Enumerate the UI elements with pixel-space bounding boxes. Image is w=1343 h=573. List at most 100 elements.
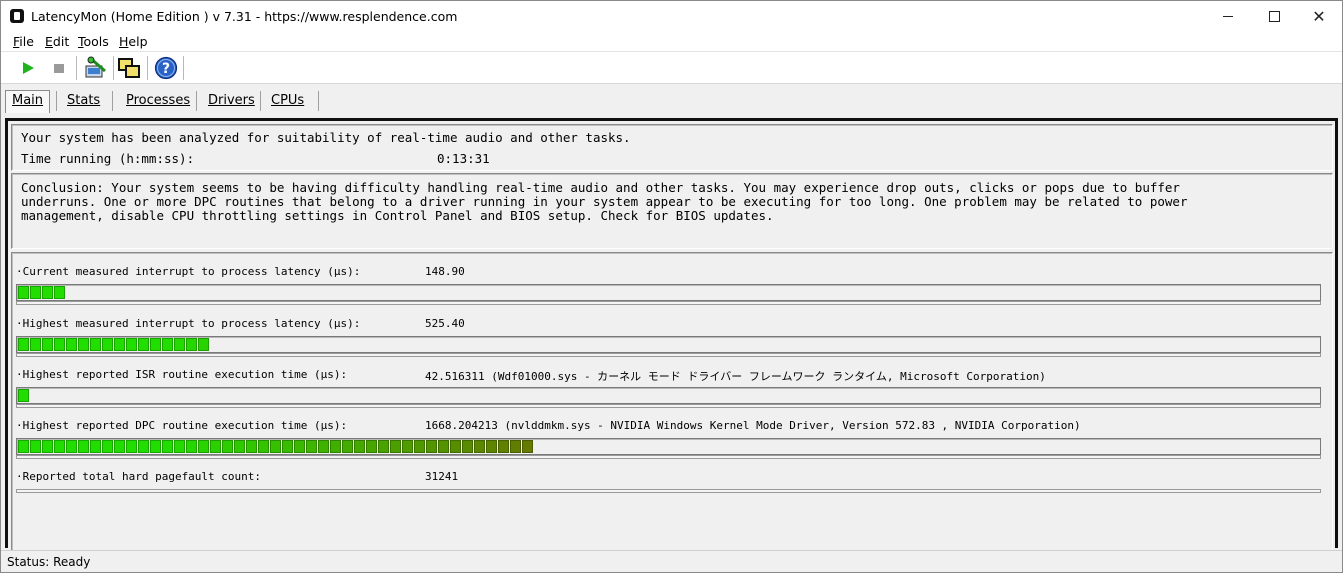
bar-segment <box>150 440 161 453</box>
bar-segment <box>114 338 125 351</box>
menu-tools[interactable]: Tools <box>78 34 109 49</box>
bar-segment <box>498 440 509 453</box>
start-button[interactable] <box>15 55 41 81</box>
time-running-value: 0:13:31 <box>437 151 490 166</box>
bar-segment <box>138 338 149 351</box>
stop-button[interactable] <box>46 55 72 81</box>
metric-value: 525.40 <box>425 317 465 330</box>
bar-segment <box>102 440 113 453</box>
status-bar: Status: Ready <box>1 550 1342 572</box>
bar-segment <box>54 286 65 299</box>
bar-segment <box>366 440 377 453</box>
bar-segment <box>342 440 353 453</box>
bar-segment <box>450 440 461 453</box>
bar-segment <box>42 286 53 299</box>
bar-segment <box>258 440 269 453</box>
conclusion-line-3: management, disable CPU throttling setti… <box>21 208 774 223</box>
tab-main[interactable]: Main <box>5 90 51 113</box>
bar-segment <box>30 338 41 351</box>
bar-segment <box>42 338 53 351</box>
bar-segment <box>210 440 221 453</box>
tab-cpus[interactable]: CPUs <box>265 91 310 111</box>
svg-text:?: ? <box>162 61 170 77</box>
toolbar-separator <box>147 56 148 80</box>
maximize-button[interactable] <box>1251 1 1297 32</box>
status-text: Status: Ready <box>7 555 91 569</box>
help-button[interactable]: ? <box>153 55 179 81</box>
menu-help[interactable]: Help <box>119 34 148 49</box>
latency-bar <box>16 387 1321 404</box>
bar-segment <box>90 440 101 453</box>
bar-segment <box>162 440 173 453</box>
app-window: LatencyMon (Home Edition ) v 7.31 - http… <box>0 0 1343 573</box>
tab-processes-label: Processes <box>126 93 191 108</box>
menu-file[interactable]: File <box>13 34 34 49</box>
bar-segment <box>282 440 293 453</box>
tab-stats[interactable]: Stats <box>61 91 106 111</box>
bar-segment <box>18 440 29 453</box>
main-panel: Your system has been analyzed for suitab… <box>5 118 1338 553</box>
app-icon <box>10 9 24 23</box>
bar-segment <box>270 440 281 453</box>
menu-edit[interactable]: Edit <box>45 34 69 49</box>
metric-value: 1668.204213 (nvlddmkm.sys - NVIDIA Windo… <box>425 419 1081 432</box>
latency-bar-fill <box>18 338 210 351</box>
bar-segment <box>234 440 245 453</box>
bar-segment <box>54 338 65 351</box>
summary-section: Your system has been analyzed for suitab… <box>11 124 1333 171</box>
windows-button[interactable] <box>116 55 142 81</box>
bar-segment <box>354 440 365 453</box>
monitor-tools-button[interactable] <box>83 55 109 81</box>
bar-segment <box>378 440 389 453</box>
tab-drivers-label: Drivers <box>208 93 255 108</box>
bar-segment <box>222 440 233 453</box>
bar-segment <box>150 338 161 351</box>
stop-icon <box>54 64 64 73</box>
metric-label: ·Highest measured interrupt to process l… <box>16 317 361 330</box>
bar-segment <box>30 286 41 299</box>
bar-segment <box>174 440 185 453</box>
bar-segment <box>510 440 521 453</box>
toolbar-separator <box>76 56 77 80</box>
bar-segment <box>138 440 149 453</box>
bar-segment <box>18 338 29 351</box>
close-button[interactable]: ✕ <box>1296 1 1342 32</box>
bar-underline <box>16 455 1321 459</box>
metric-label: ·Reported total hard pagefault count: <box>16 470 262 483</box>
conclusion-line-1: Conclusion: Your system seems to be havi… <box>21 180 1180 195</box>
minimize-button[interactable] <box>1205 1 1251 32</box>
bar-segment <box>306 440 317 453</box>
bar-segment <box>102 338 113 351</box>
latency-bar-fill <box>18 286 66 299</box>
close-icon: ✕ <box>1312 7 1326 26</box>
bar-underline <box>16 353 1321 357</box>
bar-segment <box>18 286 29 299</box>
bar-segment <box>66 338 77 351</box>
bar-segment <box>246 440 257 453</box>
tab-main-label: Main <box>12 93 44 108</box>
bar-underline <box>16 301 1321 305</box>
metric-value: 42.516311 (Wdf01000.sys - カーネル モード ドライバー… <box>425 370 1046 383</box>
tab-processes[interactable]: Processes <box>120 91 196 111</box>
time-running-label: Time running (h:mm:ss): <box>21 151 195 166</box>
windows-icon <box>118 58 140 78</box>
bar-segment <box>126 440 137 453</box>
bar-segment <box>30 440 41 453</box>
bar-segment <box>294 440 305 453</box>
bar-segment <box>318 440 329 453</box>
bar-segment <box>474 440 485 453</box>
bar-segment <box>486 440 497 453</box>
title-bar[interactable]: LatencyMon (Home Edition ) v 7.31 - http… <box>1 1 1342 32</box>
bar-segment <box>522 440 533 453</box>
tab-separator <box>318 91 319 111</box>
toolbar-separator <box>113 56 114 80</box>
play-icon <box>23 62 34 74</box>
tab-drivers[interactable]: Drivers <box>202 91 261 111</box>
maximize-icon <box>1268 11 1280 22</box>
bar-underline <box>16 489 1321 493</box>
toolbar: ? <box>1 52 1342 84</box>
help-icon: ? <box>154 56 178 80</box>
latency-bar <box>16 284 1321 301</box>
minimize-icon <box>1223 16 1233 17</box>
bar-segment <box>78 440 89 453</box>
